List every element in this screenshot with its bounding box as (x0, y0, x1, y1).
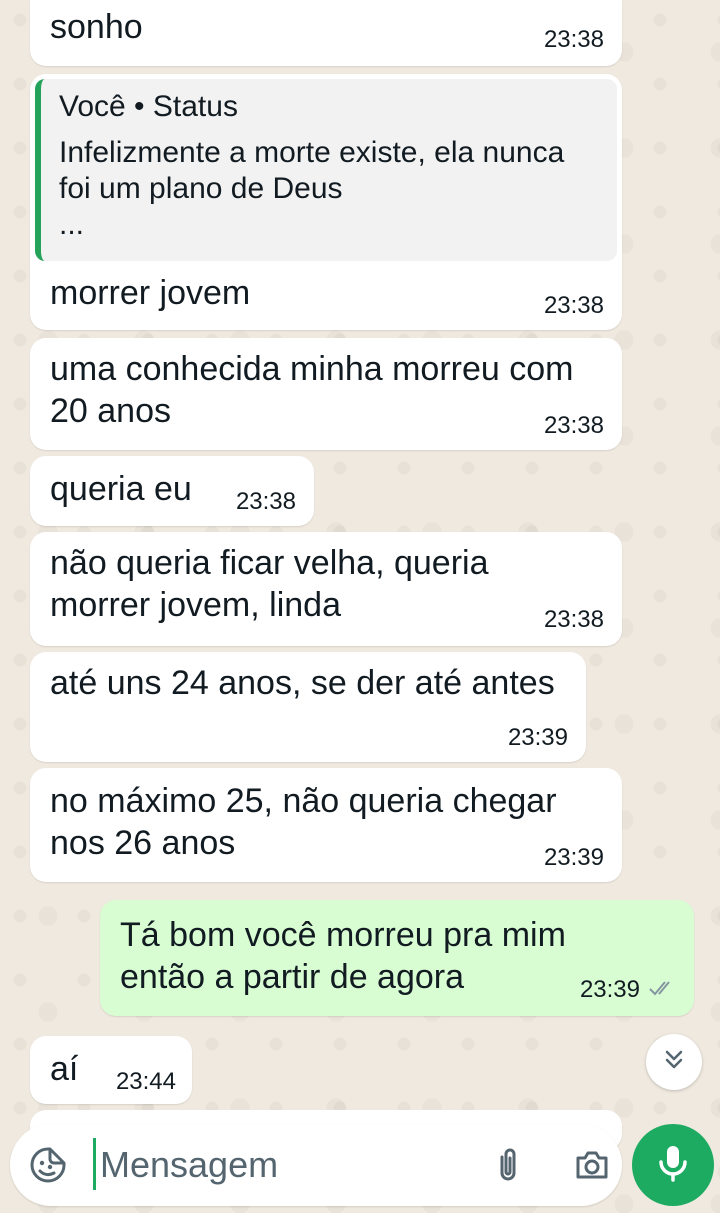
message-text: até uns 24 anos, se der até antes (50, 664, 555, 702)
double-chevron-down-icon (661, 1047, 687, 1078)
quote-header: Você • Status (59, 90, 238, 123)
text-cursor (93, 1138, 96, 1190)
message-time: 23:39 (507, 724, 568, 751)
message-text: no máximo 25, não queria chegar nos 26 a… (50, 782, 557, 862)
message-time: 23:38 (543, 606, 604, 633)
message-bubble[interactable]: sonho 23:38 (30, 0, 622, 66)
message-time: 23:39 (543, 844, 604, 871)
message-time: 23:38 (235, 488, 296, 515)
outgoing-message-bubble[interactable]: Tá bom você morreu pra mim então a parti… (100, 900, 694, 1016)
message-composer[interactable]: Mensagem (10, 1124, 622, 1206)
message-text: não queria ficar velha, queria morrer jo… (50, 544, 489, 624)
message-text: sonho (50, 8, 143, 46)
camera-icon[interactable] (572, 1145, 612, 1185)
message-bubble[interactable]: Você • Status Infelizmente a morte exist… (30, 74, 622, 330)
scroll-to-bottom-button[interactable] (646, 1034, 702, 1090)
message-bubble[interactable]: no máximo 25, não queria chegar nos 26 a… (30, 768, 622, 882)
message-bubble[interactable]: uma conhecida minha morreu com 20 anos 2… (30, 338, 622, 450)
quoted-status[interactable]: Você • Status Infelizmente a morte exist… (35, 79, 617, 261)
message-time: 23:38 (543, 26, 604, 53)
message-meta: 23:39 (580, 976, 676, 1004)
quote-body: Infelizmente a morte existe, ela nunca f… (59, 136, 565, 241)
message-bubble[interactable]: aí 23:44 (30, 1036, 192, 1104)
message-time: 23:38 (543, 412, 604, 439)
message-bubble[interactable]: até uns 24 anos, se der até antes 23:39 (30, 652, 586, 762)
microphone-icon (656, 1143, 690, 1188)
message-bubble[interactable]: queria eu 23:38 (30, 456, 314, 526)
paperclip-icon[interactable] (490, 1145, 526, 1185)
message-text: morrer jovem (50, 274, 251, 312)
voice-record-button[interactable] (632, 1124, 714, 1206)
sticker-emoji-icon[interactable] (28, 1145, 68, 1185)
message-time: 23:39 (579, 976, 640, 1003)
message-text: uma conhecida minha morreu com 20 anos (50, 350, 574, 430)
message-bubble[interactable]: não queria ficar velha, queria morrer jo… (30, 532, 622, 646)
message-time: 23:38 (543, 292, 604, 319)
double-check-icon (648, 976, 676, 1004)
message-input[interactable]: Mensagem (100, 1144, 278, 1186)
message-time: 23:44 (115, 1068, 176, 1095)
